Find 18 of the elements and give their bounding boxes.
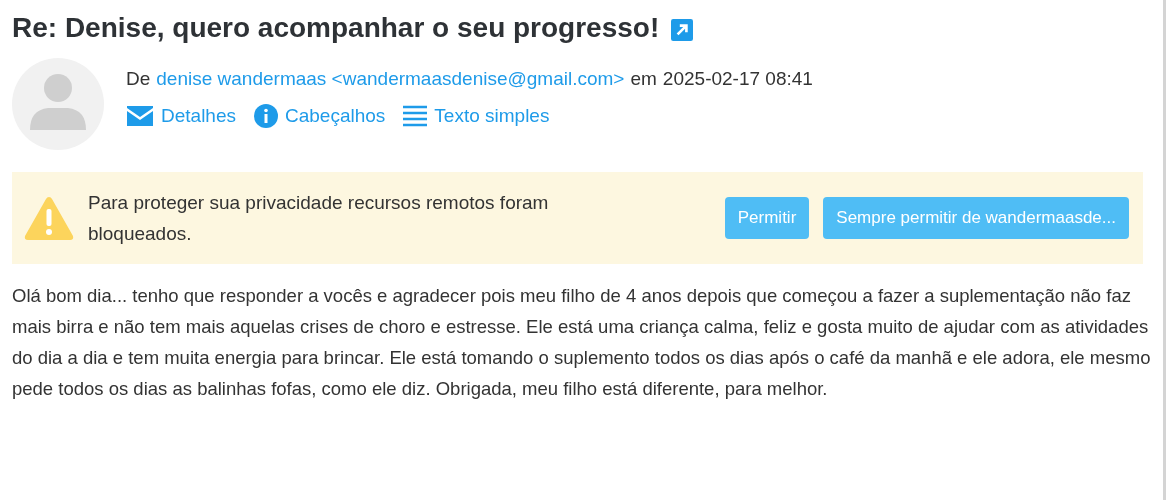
email-subject: Re: Denise, quero acompanhar o seu progresso!: [12, 12, 660, 44]
allow-button[interactable]: Permitir: [724, 197, 810, 239]
list-icon[interactable]: [403, 105, 428, 127]
from-label: De: [126, 68, 151, 90]
header-action-link[interactable]: Texto simples: [434, 105, 550, 127]
envelope-icon[interactable]: [126, 106, 154, 126]
warning-icon: [24, 195, 74, 241]
header-action-link[interactable]: Detalhes: [161, 105, 236, 127]
open-external-icon[interactable]: [671, 19, 694, 41]
email-body: Olá bom dia... tenho que responder a vocês e agradecer pois meu filho de 4 anos depois que começou a fazer a suplementação não faz mais birra e não tem mais aquelas crises de choro e estresse. Ele está uma criança calma, feliz e gosta muito de ajudar com as atividades do dia a dia e tem muita energia para brincar. Ele está tomando o suplemento todos os dias após o café da manhã e ele adora, ele mesmo pede todos os dias as balinhas fofas, como ele diz. Obrigada, meu filho está diferente, para melhor.: [12, 284, 1152, 401]
header-action-link[interactable]: Cabeçalhos: [285, 105, 386, 127]
allow-button[interactable]: Sempre permitir de wandermaasde...: [823, 197, 1129, 239]
sender-link[interactable]: denise wandermaas <wandermaasdenise@gmail.com>: [156, 68, 625, 90]
email-date: 2025-02-17 08:41: [662, 68, 813, 90]
warning-message: Para proteger sua privacidade recursos remotos foram bloqueados.: [88, 191, 550, 246]
date-label: em: [630, 68, 657, 90]
avatar-icon: [12, 58, 104, 150]
info-icon[interactable]: [254, 104, 278, 128]
